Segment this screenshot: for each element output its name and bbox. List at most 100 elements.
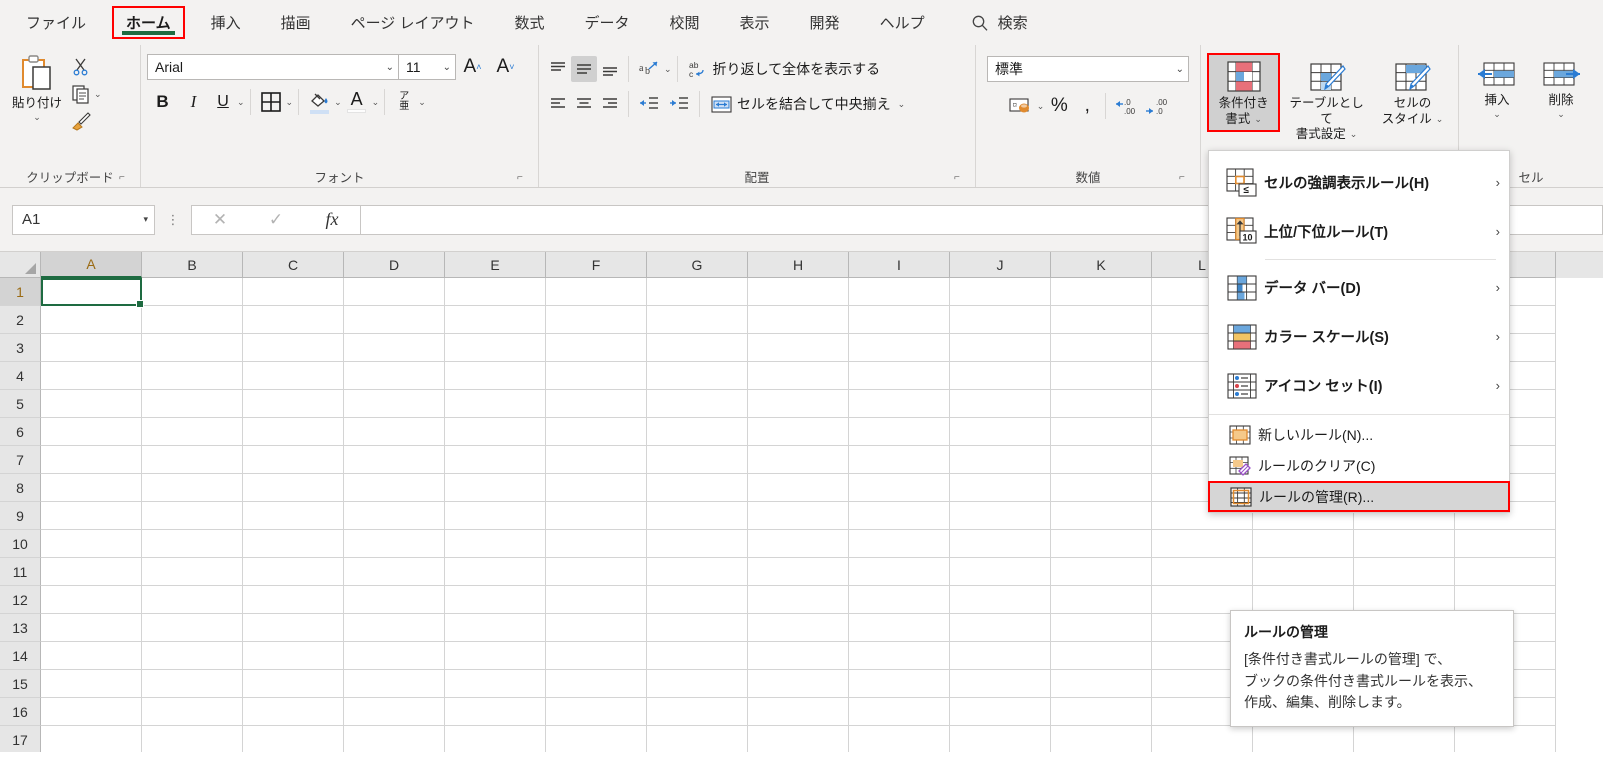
cell-E7[interactable] [445, 446, 546, 474]
cell-I11[interactable] [849, 558, 950, 586]
cell-H16[interactable] [748, 698, 849, 726]
borders-button[interactable] [256, 89, 286, 115]
tab-view[interactable]: 表示 [726, 6, 784, 39]
cell-G1[interactable] [647, 278, 748, 306]
tab-insert[interactable]: 挿入 [197, 6, 255, 39]
cell-D12[interactable] [344, 586, 445, 614]
cell-F14[interactable] [546, 642, 647, 670]
cell-F12[interactable] [546, 586, 647, 614]
cancel-formula-button[interactable]: ✕ [192, 210, 248, 230]
cell-K1[interactable] [1051, 278, 1152, 306]
cell-J12[interactable] [950, 586, 1051, 614]
align-left-button[interactable] [545, 91, 571, 117]
cell-B4[interactable] [142, 362, 243, 390]
cell-A17[interactable] [41, 726, 142, 752]
cell-E9[interactable] [445, 502, 546, 530]
cell-G3[interactable] [647, 334, 748, 362]
cell-J10[interactable] [950, 530, 1051, 558]
cell-I9[interactable] [849, 502, 950, 530]
increase-font-size-button[interactable]: A ˄ [456, 54, 489, 80]
cell-J6[interactable] [950, 418, 1051, 446]
cell-A4[interactable] [41, 362, 142, 390]
cell-D16[interactable] [344, 698, 445, 726]
format-as-table-button[interactable]: テーブルとして 書式設定 ⌄ [1280, 53, 1373, 146]
cell-K4[interactable] [1051, 362, 1152, 390]
cell-J16[interactable] [950, 698, 1051, 726]
cell-M17[interactable] [1253, 726, 1354, 752]
decrease-font-size-button[interactable]: A ˅ [489, 54, 522, 80]
cell-F11[interactable] [546, 558, 647, 586]
font-color-chevron-down-icon[interactable]: ⌄ [372, 97, 380, 108]
cell-O10[interactable] [1455, 530, 1556, 558]
orientation-chevron-down-icon[interactable]: ⌄ [664, 64, 672, 75]
cell-C10[interactable] [243, 530, 344, 558]
cell-O17[interactable] [1455, 726, 1556, 752]
column-header-i[interactable]: I [849, 252, 950, 278]
cell-F8[interactable] [546, 474, 647, 502]
cell-I14[interactable] [849, 642, 950, 670]
cell-A12[interactable] [41, 586, 142, 614]
cell-B2[interactable] [142, 306, 243, 334]
menu-item-color-scales[interactable]: カラー スケール(S) › [1209, 312, 1509, 361]
cell-H7[interactable] [748, 446, 849, 474]
number-format-chevron-down-icon[interactable]: ⌄ [1170, 64, 1184, 75]
cell-C7[interactable] [243, 446, 344, 474]
cell-C9[interactable] [243, 502, 344, 530]
percent-format-button[interactable]: % [1044, 93, 1074, 119]
delete-cells-chevron-down-icon[interactable]: ⌄ [1557, 109, 1565, 120]
cell-A3[interactable] [41, 334, 142, 362]
font-size-chevron-down-icon[interactable]: ⌄ [437, 62, 451, 73]
cell-B11[interactable] [142, 558, 243, 586]
cell-H3[interactable] [748, 334, 849, 362]
cell-O11[interactable] [1455, 558, 1556, 586]
cell-M11[interactable] [1253, 558, 1354, 586]
cell-K10[interactable] [1051, 530, 1152, 558]
column-header-d[interactable]: D [344, 252, 445, 278]
row-header-14[interactable]: 14 [0, 642, 41, 670]
align-right-button[interactable] [597, 91, 623, 117]
cell-G9[interactable] [647, 502, 748, 530]
cell-K13[interactable] [1051, 614, 1152, 642]
cell-C2[interactable] [243, 306, 344, 334]
increase-decimal-button[interactable]: .0.00 [1111, 93, 1141, 119]
cell-G14[interactable] [647, 642, 748, 670]
tab-developer[interactable]: 開発 [796, 6, 854, 39]
cell-I1[interactable] [849, 278, 950, 306]
cell-F4[interactable] [546, 362, 647, 390]
cut-button[interactable] [68, 54, 94, 80]
cell-G15[interactable] [647, 670, 748, 698]
cell-F10[interactable] [546, 530, 647, 558]
menu-item-highlight-cells-rules[interactable]: ≤ セルの強調表示ルール(H) › [1209, 158, 1509, 207]
cell-L11[interactable] [1152, 558, 1253, 586]
align-middle-button[interactable] [571, 56, 597, 82]
cell-G2[interactable] [647, 306, 748, 334]
align-center-button[interactable] [571, 91, 597, 117]
cell-J1[interactable] [950, 278, 1051, 306]
column-header-b[interactable]: B [142, 252, 243, 278]
currency-chevron-down-icon[interactable]: ⌄ [1037, 101, 1045, 112]
copy-chevron-down-icon[interactable]: ⌄ [94, 89, 102, 100]
cell-G8[interactable] [647, 474, 748, 502]
cell-E13[interactable] [445, 614, 546, 642]
cell-D2[interactable] [344, 306, 445, 334]
cell-F16[interactable] [546, 698, 647, 726]
cell-K15[interactable] [1051, 670, 1152, 698]
cell-I4[interactable] [849, 362, 950, 390]
tab-file[interactable]: ファイル [12, 6, 100, 39]
row-header-6[interactable]: 6 [0, 418, 41, 446]
cell-H5[interactable] [748, 390, 849, 418]
cell-A10[interactable] [41, 530, 142, 558]
cell-K6[interactable] [1051, 418, 1152, 446]
cell-J11[interactable] [950, 558, 1051, 586]
cell-B6[interactable] [142, 418, 243, 446]
cell-B7[interactable] [142, 446, 243, 474]
tab-help[interactable]: ヘルプ [866, 6, 939, 39]
cell-J9[interactable] [950, 502, 1051, 530]
cell-I2[interactable] [849, 306, 950, 334]
align-top-button[interactable] [545, 56, 571, 82]
row-header-16[interactable]: 16 [0, 698, 41, 726]
cell-G4[interactable] [647, 362, 748, 390]
cell-H6[interactable] [748, 418, 849, 446]
cell-F17[interactable] [546, 726, 647, 752]
cell-E16[interactable] [445, 698, 546, 726]
